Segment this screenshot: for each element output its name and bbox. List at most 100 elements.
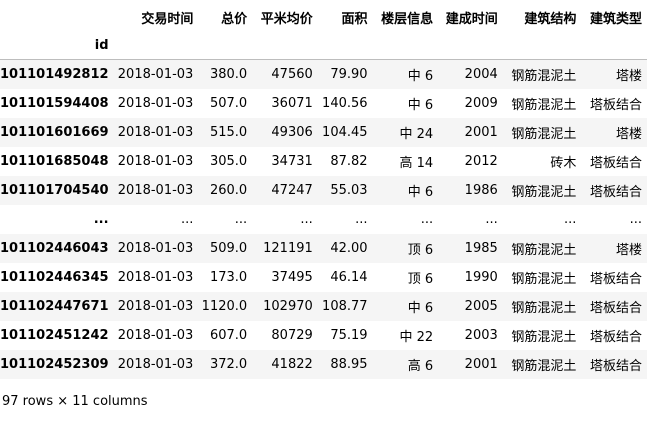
table-cell: 中 6: [407, 185, 434, 200]
column-header: 楼层信息: [381, 11, 434, 27]
table-cell: 2018-01-03: [117, 270, 194, 285]
table-row: 101102446043 2018-01-03 509.0 121191 42.00 顶 …: [0, 234, 647, 263]
row-index-cell: 101102446345: [0, 270, 109, 285]
table-cell: 75.19: [330, 328, 368, 343]
index-name-row: id: [0, 31, 647, 60]
table-cell: 380.0: [209, 67, 248, 82]
table-cell: 塔楼: [615, 69, 642, 84]
table-cell: 79.90: [330, 67, 368, 82]
table-cell: 高 6: [407, 359, 434, 374]
table-cell: 2018-01-03: [117, 154, 194, 169]
column-header: 平米均价: [260, 11, 313, 27]
row-index-cell: 101102451242: [0, 328, 109, 343]
table-cell: 47247: [271, 183, 313, 198]
table-cell: 塔板结合: [589, 98, 642, 113]
column-header: 建筑类型: [589, 11, 642, 27]
table-cell: 104.45: [322, 125, 368, 140]
column-header: 建成时间: [445, 11, 498, 27]
table-cell: 钢筋混泥土: [511, 185, 577, 200]
table-cell: 钢筋混泥土: [511, 127, 577, 142]
table-row: 101102446345 2018-01-03 173.0 37495 46.14 顶 6…: [0, 263, 647, 292]
table-cell: 173.0: [209, 270, 248, 285]
table-cell: 2009: [464, 96, 498, 111]
table-cell: 钢筋混泥土: [511, 98, 577, 113]
table-cell: 中 22: [399, 330, 434, 345]
table-cell: 钢筋混泥土: [511, 243, 577, 258]
table-cell: 钢筋混泥土: [511, 69, 577, 84]
table-cell: 2001: [464, 125, 498, 140]
table-cell: 37495: [271, 270, 313, 285]
table-cell: 中 24: [399, 127, 434, 142]
table-cell: 372.0: [209, 357, 248, 372]
table-cell: 2012: [464, 154, 498, 169]
dataframe-table: 交易时间 总价 平米均价 面积 楼层信息 建成时间 建筑结构 建筑类型 id 1…: [0, 3, 647, 379]
row-index-cell: 101101685048: [0, 154, 109, 169]
table-cell: 塔板结合: [589, 301, 642, 316]
table-cell: 507.0: [209, 96, 248, 111]
table-cell: 108.77: [322, 299, 368, 314]
table-cell: 2018-01-03: [117, 125, 194, 140]
table-cell: 2001: [464, 357, 498, 372]
table-row: 101101594408 2018-01-03 507.0 36071 140.56 中 …: [0, 89, 647, 118]
table-cell: 2018-01-03: [117, 328, 194, 343]
table-cell: 87.82: [330, 154, 368, 169]
row-index-cell: 101102446043: [0, 241, 109, 256]
table-row: 101102447671 2018-01-03 1120.0 102970 108.77…: [0, 292, 647, 321]
table-cell: 钢筋混泥土: [511, 330, 577, 345]
table-cell: 塔板结合: [589, 359, 642, 374]
table-cell: 140.56: [322, 96, 368, 111]
table-cell: 1985: [464, 241, 498, 256]
row-index-cell: 101101704540: [0, 183, 109, 198]
row-index-cell: 101102447671: [0, 299, 109, 314]
table-cell: 46.14: [330, 270, 368, 285]
column-header: 建筑结构: [524, 11, 577, 27]
table-cell: ...: [563, 212, 577, 227]
table-row: 101102451242 2018-01-03 607.0 80729 75.19 中 2…: [0, 321, 647, 350]
table-cell: 305.0: [209, 154, 248, 169]
table-cell: 塔板结合: [589, 330, 642, 345]
table-cell: ...: [629, 212, 642, 227]
table-cell: 塔板结合: [589, 156, 642, 171]
table-row: 101102452309 2018-01-03 372.0 41822 88.95 高 6…: [0, 350, 647, 379]
table-cell: 260.0: [209, 183, 248, 198]
table-row: 101101601669 2018-01-03 515.0 49306 104.45 中 …: [0, 118, 647, 147]
table-cell: 顶 6: [407, 272, 434, 287]
table-cell: 55.03: [330, 183, 368, 198]
table-cell: 42.00: [330, 241, 368, 256]
table-row: 101101704540 2018-01-03 260.0 47247 55.03 中 6…: [0, 176, 647, 205]
row-index-cell: 101102452309: [0, 357, 109, 372]
table-cell: 607.0: [209, 328, 248, 343]
table-cell: 中 6: [407, 301, 434, 316]
table-cell: 515.0: [209, 125, 248, 140]
row-index-cell: 101101594408: [0, 96, 109, 111]
table-cell: ...: [485, 212, 498, 227]
table-cell: 1986: [464, 183, 498, 198]
table-cell: 80729: [271, 328, 313, 343]
table-cell: 47560: [271, 67, 313, 82]
table-body: 101101492812 2018-01-03 380.0 47560 79.90 中 6…: [0, 59, 647, 379]
table-cell: ...: [234, 212, 248, 227]
table-cell: 2003: [464, 328, 498, 343]
table-cell: 36071: [271, 96, 313, 111]
table-cell: 2018-01-03: [117, 67, 194, 82]
table-cell: 2018-01-03: [117, 96, 194, 111]
row-index-cell: 101101601669: [0, 125, 109, 140]
table-cell: ...: [180, 212, 194, 227]
table-cell: ...: [300, 212, 313, 227]
table-row: 101101492812 2018-01-03 380.0 47560 79.90 中 6…: [0, 59, 647, 89]
table-cell: 2018-01-03: [117, 183, 194, 198]
table-cell: 砖木: [550, 156, 577, 171]
table-cell: 88.95: [330, 357, 368, 372]
blank-header-cell: [0, 3, 114, 31]
table-cell: 2018-01-03: [117, 299, 194, 314]
index-name-header: id: [0, 31, 114, 60]
shape-caption: 97 rows × 11 columns: [2, 394, 148, 409]
table-cell: 塔楼: [615, 127, 642, 142]
column-header: 交易时间: [141, 11, 194, 27]
table-cell: 2005: [464, 299, 498, 314]
table-row: 101101685048 2018-01-03 305.0 34731 87.82 高 1…: [0, 147, 647, 176]
table-cell: 中 6: [407, 98, 434, 113]
table-cell: 34731: [271, 154, 313, 169]
table-cell: 102970: [263, 299, 313, 314]
column-header: 总价: [221, 11, 248, 27]
